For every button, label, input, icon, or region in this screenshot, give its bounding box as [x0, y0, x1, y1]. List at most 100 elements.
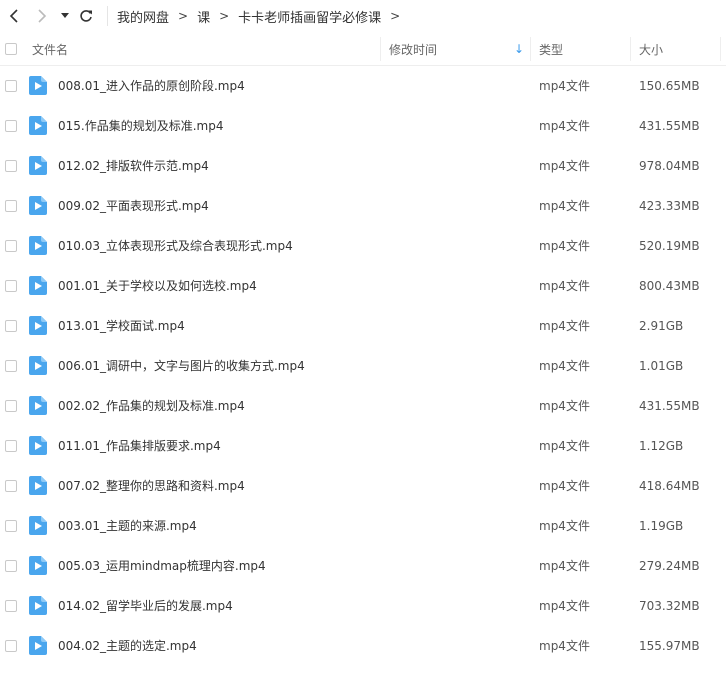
breadcrumb-item-current-folder[interactable]: 卡卡老师插画留学必修课 [238, 7, 381, 26]
file-type: mp4文件 [539, 559, 590, 573]
column-header-type[interactable]: 类型 [539, 33, 563, 65]
file-type: mp4文件 [539, 159, 590, 173]
video-file-icon [29, 276, 47, 295]
file-row[interactable]: 010.03_立体表现形式及综合表现形式.mp4 mp4文件 520.19MB [0, 226, 726, 266]
file-size: 150.65MB [639, 79, 700, 93]
file-row[interactable]: 013.01_学校面试.mp4 mp4文件 2.91GB [0, 306, 726, 346]
file-row[interactable]: 005.03_运用mindmap梳理内容.mp4 mp4文件 279.24MB [0, 546, 726, 586]
file-type: mp4文件 [539, 199, 590, 213]
row-checkbox[interactable] [5, 560, 17, 572]
file-size: 155.97MB [639, 639, 700, 653]
row-checkbox-cell [5, 280, 17, 292]
row-checkbox[interactable] [5, 240, 17, 252]
file-row[interactable]: 007.02_整理你的思路和资料.mp4 mp4文件 418.64MB [0, 466, 726, 506]
video-file-icon [29, 76, 47, 95]
column-divider[interactable] [530, 37, 531, 61]
file-name[interactable]: 001.01_关于学校以及如何选校.mp4 [58, 266, 257, 306]
file-type: mp4文件 [539, 279, 590, 293]
file-name[interactable]: 012.02_排版软件示范.mp4 [58, 146, 209, 186]
row-checkbox[interactable] [5, 320, 17, 332]
breadcrumb-item-my-drive[interactable]: 我的网盘 [117, 7, 169, 26]
file-name[interactable]: 002.02_作品集的规划及标准.mp4 [58, 386, 245, 426]
row-checkbox[interactable] [5, 200, 17, 212]
row-checkbox-cell [5, 120, 17, 132]
history-dropdown-button[interactable] [58, 6, 72, 26]
refresh-icon [80, 10, 92, 22]
file-name[interactable]: 007.02_整理你的思路和资料.mp4 [58, 466, 245, 506]
toolbar: 我的网盘 > 课 > 卡卡老师插画留学必修课 > [0, 0, 726, 32]
file-row[interactable]: 015.作品集的规划及标准.mp4 mp4文件 431.55MB [0, 106, 726, 146]
forward-button[interactable] [32, 6, 52, 26]
video-file-icon [29, 516, 47, 535]
video-file-icon [29, 156, 47, 175]
file-name[interactable]: 008.01_进入作品的原创阶段.mp4 [58, 66, 245, 106]
row-checkbox-cell [5, 160, 17, 172]
column-divider[interactable] [630, 37, 631, 61]
file-name[interactable]: 009.02_平面表现形式.mp4 [58, 186, 209, 226]
file-size: 431.55MB [639, 399, 700, 413]
file-name[interactable]: 010.03_立体表现形式及综合表现形式.mp4 [58, 226, 293, 266]
row-checkbox[interactable] [5, 640, 17, 652]
video-file-icon [29, 396, 47, 415]
file-size: 279.24MB [639, 559, 700, 573]
row-checkbox[interactable] [5, 440, 17, 452]
file-size: 1.19GB [639, 519, 684, 533]
row-checkbox[interactable] [5, 80, 17, 92]
row-checkbox[interactable] [5, 400, 17, 412]
row-checkbox[interactable] [5, 480, 17, 492]
file-type: mp4文件 [539, 399, 590, 413]
file-row[interactable]: 006.01_调研中，文字与图片的收集方式.mp4 mp4文件 1.01GB [0, 346, 726, 386]
file-size: 2.91GB [639, 319, 684, 333]
column-divider[interactable] [720, 37, 721, 61]
file-type: mp4文件 [539, 239, 590, 253]
file-name[interactable]: 006.01_调研中，文字与图片的收集方式.mp4 [58, 346, 305, 386]
back-button[interactable] [4, 6, 24, 26]
file-name[interactable]: 003.01_主题的来源.mp4 [58, 506, 197, 546]
file-type: mp4文件 [539, 519, 590, 533]
file-size: 1.01GB [639, 359, 684, 373]
column-header-size[interactable]: 大小 [639, 33, 663, 65]
row-checkbox-cell [5, 360, 17, 372]
select-all-cell [5, 33, 17, 65]
file-name[interactable]: 015.作品集的规划及标准.mp4 [58, 106, 223, 146]
row-checkbox[interactable] [5, 160, 17, 172]
video-file-icon [29, 316, 47, 335]
file-row[interactable]: 008.01_进入作品的原创阶段.mp4 mp4文件 150.65MB [0, 66, 726, 106]
row-checkbox[interactable] [5, 280, 17, 292]
column-header-modified[interactable]: 修改时间 [389, 33, 437, 65]
breadcrumb-separator-icon[interactable]: > [390, 9, 400, 23]
file-row[interactable]: 002.02_作品集的规划及标准.mp4 mp4文件 431.55MB [0, 386, 726, 426]
file-row[interactable]: 012.02_排版软件示范.mp4 mp4文件 978.04MB [0, 146, 726, 186]
row-checkbox[interactable] [5, 520, 17, 532]
file-name[interactable]: 004.02_主题的选定.mp4 [58, 626, 197, 666]
row-checkbox[interactable] [5, 120, 17, 132]
video-file-icon [29, 436, 47, 455]
sort-desc-icon[interactable]: ↓ [514, 33, 524, 65]
file-row[interactable]: 003.01_主题的来源.mp4 mp4文件 1.19GB [0, 506, 726, 546]
select-all-checkbox[interactable] [5, 43, 17, 55]
file-row[interactable]: 014.02_留学毕业后的发展.mp4 mp4文件 703.32MB [0, 586, 726, 626]
file-row[interactable]: 001.01_关于学校以及如何选校.mp4 mp4文件 800.43MB [0, 266, 726, 306]
refresh-button[interactable] [76, 6, 96, 26]
file-row[interactable]: 011.01_作品集排版要求.mp4 mp4文件 1.12GB [0, 426, 726, 466]
column-divider[interactable] [380, 37, 381, 61]
breadcrumb-separator-icon: > [178, 9, 189, 23]
file-name[interactable]: 005.03_运用mindmap梳理内容.mp4 [58, 546, 266, 586]
file-name[interactable]: 011.01_作品集排版要求.mp4 [58, 426, 221, 466]
breadcrumb-item-course[interactable]: 课 [197, 7, 210, 26]
row-checkbox-cell [5, 200, 17, 212]
file-name[interactable]: 014.02_留学毕业后的发展.mp4 [58, 586, 233, 626]
row-checkbox-cell [5, 240, 17, 252]
file-type: mp4文件 [539, 439, 590, 453]
row-checkbox[interactable] [5, 600, 17, 612]
column-header-name[interactable]: 文件名 [32, 33, 68, 65]
file-row[interactable]: 009.02_平面表现形式.mp4 mp4文件 423.33MB [0, 186, 726, 226]
file-type: mp4文件 [539, 639, 590, 653]
file-row[interactable]: 004.02_主题的选定.mp4 mp4文件 155.97MB [0, 626, 726, 666]
video-file-icon [29, 556, 47, 575]
file-type: mp4文件 [539, 599, 590, 613]
file-name[interactable]: 013.01_学校面试.mp4 [58, 306, 185, 346]
file-size: 800.43MB [639, 279, 700, 293]
row-checkbox[interactable] [5, 360, 17, 372]
file-type: mp4文件 [539, 319, 590, 333]
